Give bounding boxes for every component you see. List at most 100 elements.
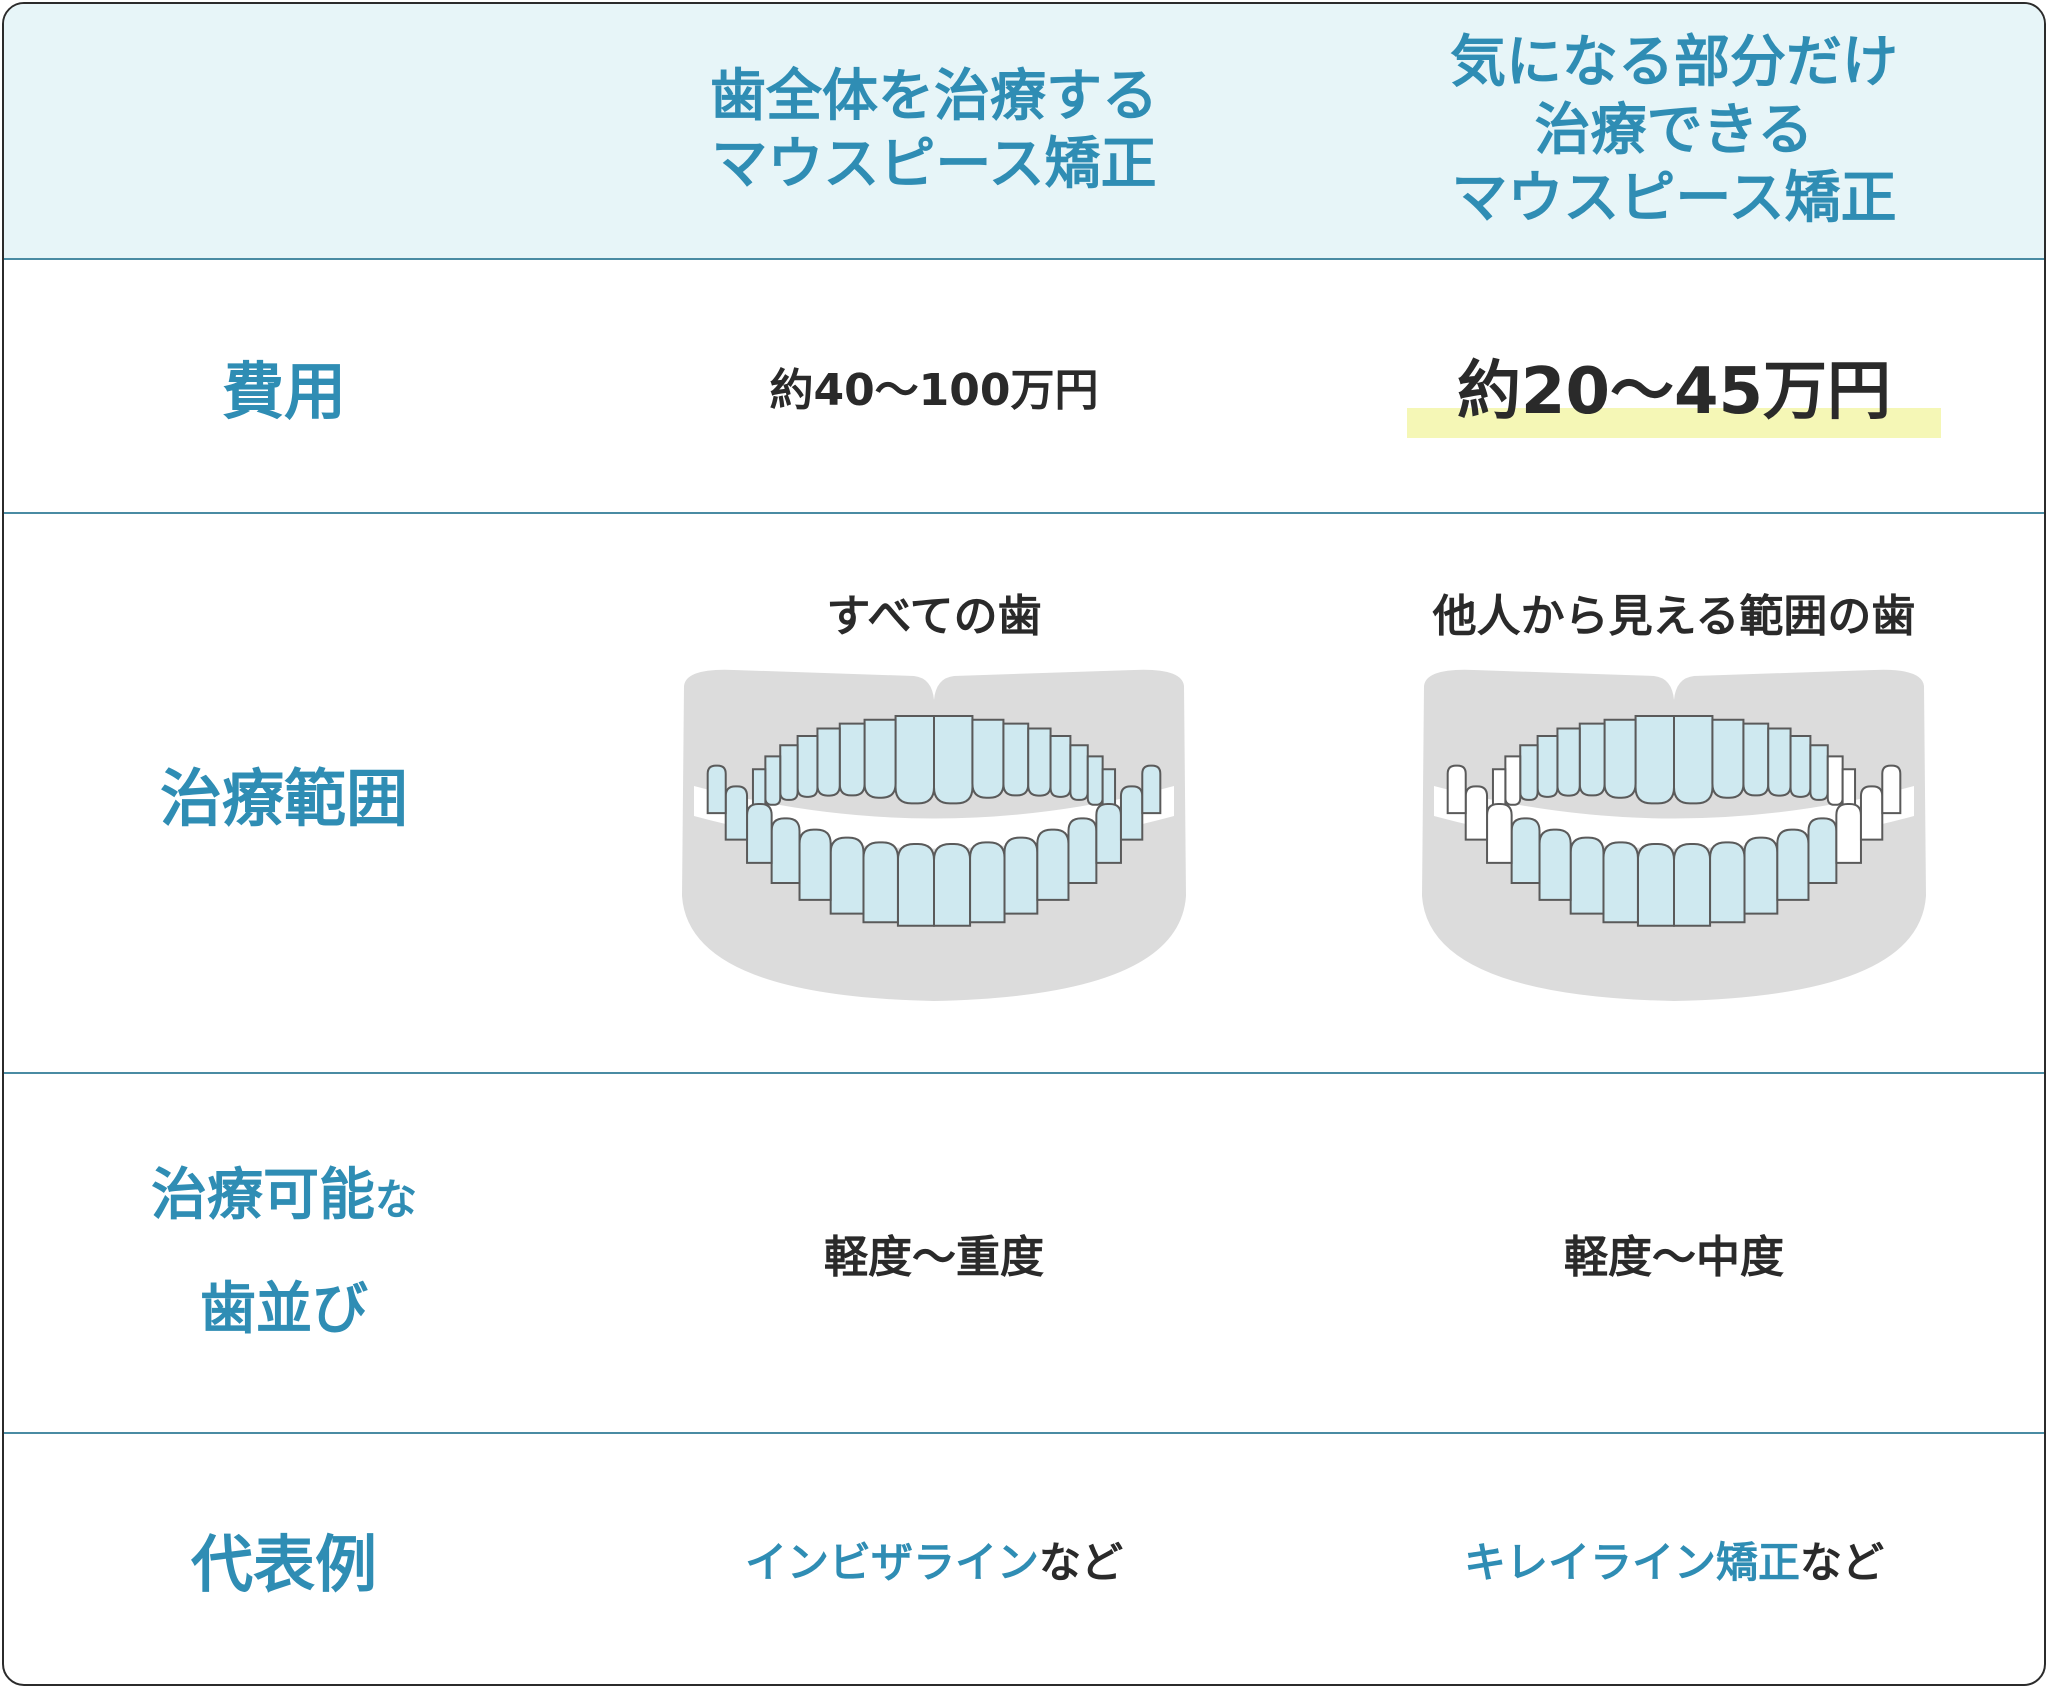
upper-tooth [1826, 755, 1844, 806]
upper-tooth [1069, 744, 1089, 801]
lower-tooth [1636, 843, 1675, 927]
lower-tooth [1036, 828, 1070, 901]
lower-tooth [1709, 841, 1746, 924]
upper-tooth [1519, 744, 1539, 801]
header-partial-aligner: 気になる部分だけ 治療できる マウスピース矯正 [1304, 4, 2044, 258]
header-col2-line1: 気になる部分だけ [1450, 30, 1898, 95]
lower-tooth [1569, 836, 1605, 915]
upper-tooth [1711, 718, 1745, 799]
lower-tooth [1464, 785, 1489, 841]
lower-tooth [724, 785, 749, 841]
header-col2-line2: 治療できる [1534, 98, 1814, 163]
scope-partial-caption: 他人から見える範囲の歯 [1432, 591, 1916, 642]
cost-row: 費用 約40〜100万円 約20〜45万円 [4, 260, 2044, 514]
cost-partial: 約20〜45万円 [1456, 355, 1892, 429]
upper-tooth [779, 744, 799, 801]
alignment-label-main: 治療可能 [150, 1163, 375, 1228]
header-empty-cell [4, 4, 564, 258]
upper-tooth [1789, 735, 1812, 798]
upper-tooth [1556, 727, 1581, 797]
lower-tooth [1807, 817, 1838, 884]
alignment-label-small: な [374, 1175, 417, 1224]
examples-full-text: インビザラインなど [745, 1529, 1123, 1590]
upper-tooth [1002, 722, 1030, 797]
examples-label: 代表例 [190, 1528, 377, 1601]
upper-tooth [1767, 727, 1792, 797]
examples-partial-suffix: など [1800, 1537, 1885, 1587]
lower-tooth [1095, 803, 1122, 864]
scope-partial-cell: 他人から見える範囲の歯 [1304, 514, 2044, 1072]
lower-tooth [706, 764, 727, 815]
lower-tooth [1486, 803, 1513, 864]
lower-tooth [896, 843, 935, 927]
front-teeth-illustration [1422, 669, 1926, 1001]
lower-tooth [1067, 817, 1098, 884]
lower-tooth [1446, 764, 1467, 815]
examples-partial-text: キレイライン矯正など [1464, 1529, 1884, 1590]
lower-tooth [798, 828, 832, 901]
scope-label: 治療範囲 [159, 762, 408, 835]
lower-tooth [1743, 836, 1779, 915]
scope-row: 治療範囲 すべての歯 他人から見える範囲の歯 [4, 514, 2044, 1074]
upper-tooth [894, 715, 935, 805]
all-teeth-illustration [682, 669, 1186, 1001]
lower-tooth [829, 836, 865, 915]
lower-tooth [862, 841, 899, 924]
header-col1-line2: マウスピース矯正 [711, 132, 1157, 197]
upper-tooth [1809, 744, 1829, 801]
scope-full-caption: すべての歯 [826, 591, 1042, 642]
lower-tooth [770, 817, 801, 884]
examples-full-suffix: など [1039, 1537, 1124, 1587]
lower-tooth [1003, 836, 1039, 915]
lower-tooth [1538, 828, 1572, 901]
alignment-label: 治療可能な 歯並び [4, 1074, 564, 1432]
lower-tooth [969, 841, 1006, 924]
alignment-label-line1: 治療可能な [151, 1141, 417, 1255]
table-header-row: 歯全体を治療する マウスピース矯正 気になる部分だけ 治療できる マウスピース矯… [4, 4, 2044, 260]
cost-partial-highlight: 約20〜45万円 [1406, 340, 1942, 438]
examples-partial-cell: キレイライン矯正など [1304, 1434, 2044, 1684]
header-full-teeth-aligner: 歯全体を治療する マウスピース矯正 [564, 4, 1304, 258]
upper-tooth [796, 735, 819, 798]
lower-tooth [1859, 785, 1884, 841]
upper-tooth [933, 715, 974, 805]
examples-row: 代表例 インビザラインなど キレイライン矯正など [4, 1434, 2044, 1684]
alignment-row: 治療可能な 歯並び 軽度〜重度 軽度〜中度 [4, 1074, 2044, 1434]
cost-label: 費用 [221, 355, 346, 428]
product-kireiline: キレイライン矯正 [1463, 1537, 1800, 1587]
lower-tooth [1881, 764, 1902, 815]
header-col2-line3: マウスピース矯正 [1451, 166, 1897, 231]
lower-tooth [1835, 803, 1862, 864]
lower-tooth [746, 803, 773, 864]
upper-tooth [971, 718, 1005, 799]
upper-tooth [764, 755, 782, 806]
cost-full: 約40〜100万円 [769, 365, 1099, 416]
examples-full-cell: インビザラインなど [564, 1434, 1304, 1684]
upper-tooth [1504, 755, 1522, 806]
lower-tooth [1119, 785, 1144, 841]
upper-tooth [1027, 727, 1052, 797]
upper-tooth [863, 718, 897, 799]
upper-tooth [838, 722, 866, 797]
alignment-label-line2: 歯並び [200, 1277, 368, 1342]
upper-tooth [1673, 715, 1714, 805]
comparison-table: 歯全体を治療する マウスピース矯正 気になる部分だけ 治療できる マウスピース矯… [2, 2, 2046, 1686]
header-col1-line1: 歯全体を治療する [710, 64, 1158, 129]
scope-full-cell: すべての歯 [564, 514, 1304, 1072]
upper-tooth [1049, 735, 1072, 798]
upper-tooth [1086, 755, 1104, 806]
lower-tooth [1510, 817, 1541, 884]
upper-tooth [1742, 722, 1770, 797]
upper-tooth [1536, 735, 1559, 798]
product-invisalign: インビザライン [744, 1537, 1039, 1587]
lower-tooth [1673, 843, 1712, 927]
upper-tooth [1578, 722, 1606, 797]
alignment-partial: 軽度〜中度 [1564, 1232, 1784, 1283]
lower-tooth [1776, 828, 1810, 901]
upper-tooth [1603, 718, 1637, 799]
upper-tooth [816, 727, 841, 797]
upper-tooth [1634, 715, 1675, 805]
cost-partial-cell: 約20〜45万円 [1304, 260, 2044, 512]
lower-tooth [1602, 841, 1639, 924]
lower-tooth [1141, 764, 1162, 815]
